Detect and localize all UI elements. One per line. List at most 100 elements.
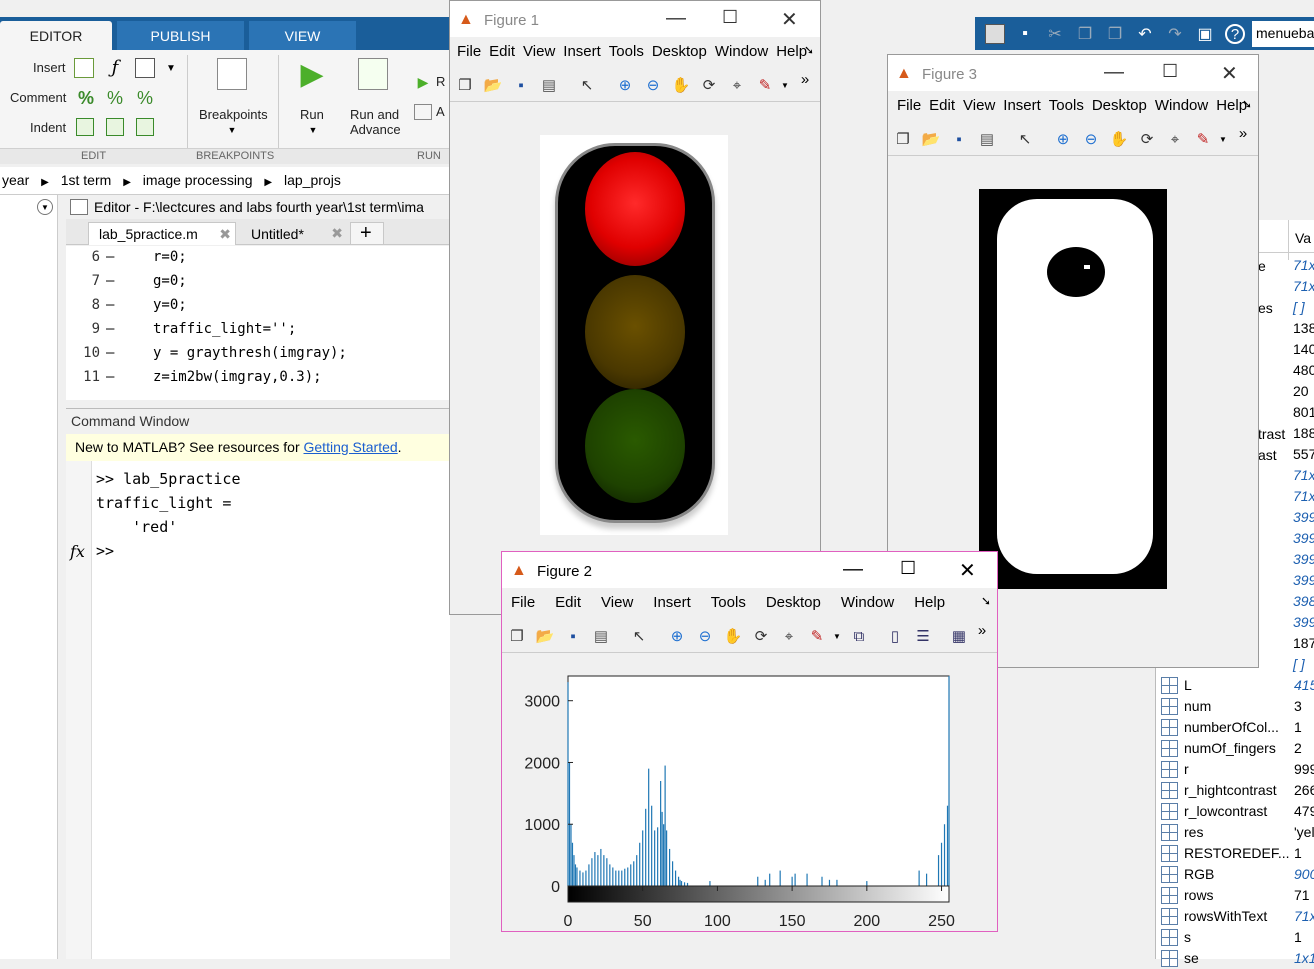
figure3-titlebar[interactable]: ▲ Figure 3 — ☐ ✕	[888, 55, 1258, 91]
menu-item-tools[interactable]: Tools	[711, 594, 746, 611]
close-icon[interactable]: ✕	[1221, 61, 1238, 86]
comment-icon[interactable]: %	[76, 88, 96, 108]
workspace-value-header[interactable]: Va	[1295, 230, 1311, 246]
maximize-icon[interactable]: ☐	[722, 7, 738, 28]
insert-function-icon[interactable]: ƒ	[105, 56, 125, 78]
menu-item-edit[interactable]: Edit	[929, 97, 955, 114]
increase-indent-icon[interactable]	[106, 118, 124, 136]
pan-icon[interactable]: ✋	[1110, 130, 1129, 148]
menu-item-view[interactable]: View	[601, 594, 633, 611]
layout-icon[interactable]	[985, 24, 1005, 44]
run-icon[interactable]: ▶	[297, 58, 327, 91]
workspace-row[interactable]: RGB 900	[1158, 864, 1314, 885]
menu-expand-icon[interactable]: ➘	[981, 594, 991, 608]
menu-item-insert[interactable]: Insert	[653, 594, 691, 611]
code-text[interactable]: z=im2bw(imgray,0.3);	[153, 369, 322, 385]
print-icon[interactable]: ▤	[540, 76, 558, 94]
zoom-in-icon[interactable]: ⊕	[668, 627, 686, 645]
toolbar-overflow-icon[interactable]: »	[796, 70, 814, 88]
property-editor-icon[interactable]: ▦	[950, 627, 968, 645]
brush-icon[interactable]: ✎	[756, 76, 774, 94]
menu-item-view[interactable]: View	[523, 43, 555, 60]
pointer-icon[interactable]: ↖	[630, 627, 648, 645]
open-icon[interactable]: 📂	[484, 76, 503, 94]
advance-label[interactable]: A	[436, 104, 445, 119]
code-editor[interactable]: 6– r=0; 7– g=0; 8– y=0; 9– traffic_light='';…	[66, 246, 450, 400]
tab-view[interactable]: VIEW	[249, 21, 356, 50]
data-cursor-icon[interactable]: ⌖	[780, 627, 798, 645]
brush-icon[interactable]: ✎	[1194, 130, 1212, 148]
comment-label[interactable]: Comment	[10, 90, 66, 105]
pan-icon[interactable]: ✋	[672, 76, 691, 94]
insert-block-icon[interactable]	[135, 58, 155, 78]
menu-expand-icon[interactable]: ➘	[804, 43, 814, 57]
pointer-icon[interactable]: ↖	[1016, 130, 1034, 148]
wrap-comment-icon[interactable]: %	[135, 88, 155, 108]
workspace-row[interactable]: r_hightcontrast 266	[1158, 780, 1314, 801]
close-icon[interactable]: ✖	[331, 225, 343, 242]
workspace-row[interactable]: numOf_fingers 2	[1158, 738, 1314, 759]
minimize-icon[interactable]: —	[1104, 61, 1124, 84]
menu-item-tools[interactable]: Tools	[1049, 97, 1084, 114]
colorbar-icon[interactable]: ▯	[886, 627, 904, 645]
workspace-row[interactable]: rows 71	[1158, 885, 1314, 906]
copy-icon[interactable]: ❐	[1075, 24, 1095, 44]
data-cursor-icon[interactable]: ⌖	[728, 76, 746, 94]
toolbar-overflow-icon[interactable]: »	[973, 621, 991, 639]
switch-windows-icon[interactable]: ▣	[1195, 24, 1215, 44]
run-section-icon[interactable]: ▶	[414, 74, 432, 90]
save-icon[interactable]: ▪	[1015, 24, 1035, 44]
save-icon[interactable]: ▪	[564, 627, 582, 645]
brush-icon[interactable]: ✎	[808, 627, 826, 645]
menu-item-window[interactable]: Window	[1155, 97, 1208, 114]
breadcrumb-item[interactable]: image processing	[143, 172, 253, 188]
menu-item-edit[interactable]: Edit	[555, 594, 581, 611]
pan-icon[interactable]: ✋	[724, 627, 743, 645]
breadcrumb-item[interactable]: year	[2, 172, 29, 188]
minimize-icon[interactable]: —	[843, 558, 863, 581]
cut-icon[interactable]: ✂	[1045, 24, 1065, 44]
search-input[interactable]: menueba	[1252, 21, 1314, 47]
menu-item-view[interactable]: View	[963, 97, 995, 114]
new-figure-icon[interactable]: ❐	[508, 627, 526, 645]
close-icon[interactable]: ✖	[219, 226, 231, 243]
tab-untitled[interactable]: Untitled* ✖	[241, 222, 347, 245]
menu-item-desktop[interactable]: Desktop	[652, 43, 707, 60]
toolbar-overflow-icon[interactable]: »	[1234, 124, 1252, 142]
chevron-down-icon[interactable]: ▼	[776, 76, 794, 94]
menu-expand-icon[interactable]: ➘	[1242, 97, 1252, 111]
open-icon[interactable]: 📂	[922, 130, 941, 148]
workspace-row[interactable]: res 'yel	[1158, 822, 1314, 843]
rotate-icon[interactable]: ⟳	[752, 627, 770, 645]
workspace-row[interactable]: num 3	[1158, 696, 1314, 717]
decrease-indent-icon[interactable]	[136, 118, 154, 136]
uncomment-icon[interactable]: %	[105, 88, 125, 108]
menu-item-help[interactable]: Help	[914, 594, 945, 611]
code-text[interactable]: r=0;	[153, 249, 187, 265]
menu-item-insert[interactable]: Insert	[1003, 97, 1041, 114]
menu-item-window[interactable]: Window	[715, 43, 768, 60]
run-advance-label-2[interactable]: Advance	[350, 122, 401, 137]
legend-icon[interactable]: ☰	[914, 627, 932, 645]
link-plot-icon[interactable]: ⧉	[850, 627, 868, 645]
help-icon[interactable]: ?	[1225, 24, 1245, 44]
save-icon[interactable]: ▪	[950, 130, 968, 148]
new-figure-icon[interactable]: ❐	[894, 130, 912, 148]
add-tab-button[interactable]: +	[350, 222, 384, 245]
menu-item-window[interactable]: Window	[841, 594, 894, 611]
panel-menu-icon[interactable]: ▼	[37, 199, 53, 215]
menu-item-file[interactable]: File	[511, 594, 535, 611]
chevron-down-icon[interactable]: ▼	[226, 124, 238, 136]
chevron-down-icon[interactable]: ▼	[828, 627, 846, 645]
save-icon[interactable]: ▪	[512, 76, 530, 94]
menu-item-file[interactable]: File	[897, 97, 921, 114]
close-icon[interactable]: ✕	[781, 7, 798, 32]
workspace-row[interactable]: RESTOREDEF... 1	[1158, 843, 1314, 864]
redo-icon[interactable]: ↷	[1165, 24, 1185, 44]
rotate-icon[interactable]: ⟳	[700, 76, 718, 94]
tab-publish[interactable]: PUBLISH	[117, 21, 244, 50]
getting-started-link[interactable]: Getting Started	[304, 439, 398, 455]
smart-indent-icon[interactable]	[76, 118, 94, 136]
run-advance-label-1[interactable]: Run and	[350, 107, 399, 122]
menu-item-insert[interactable]: Insert	[563, 43, 601, 60]
